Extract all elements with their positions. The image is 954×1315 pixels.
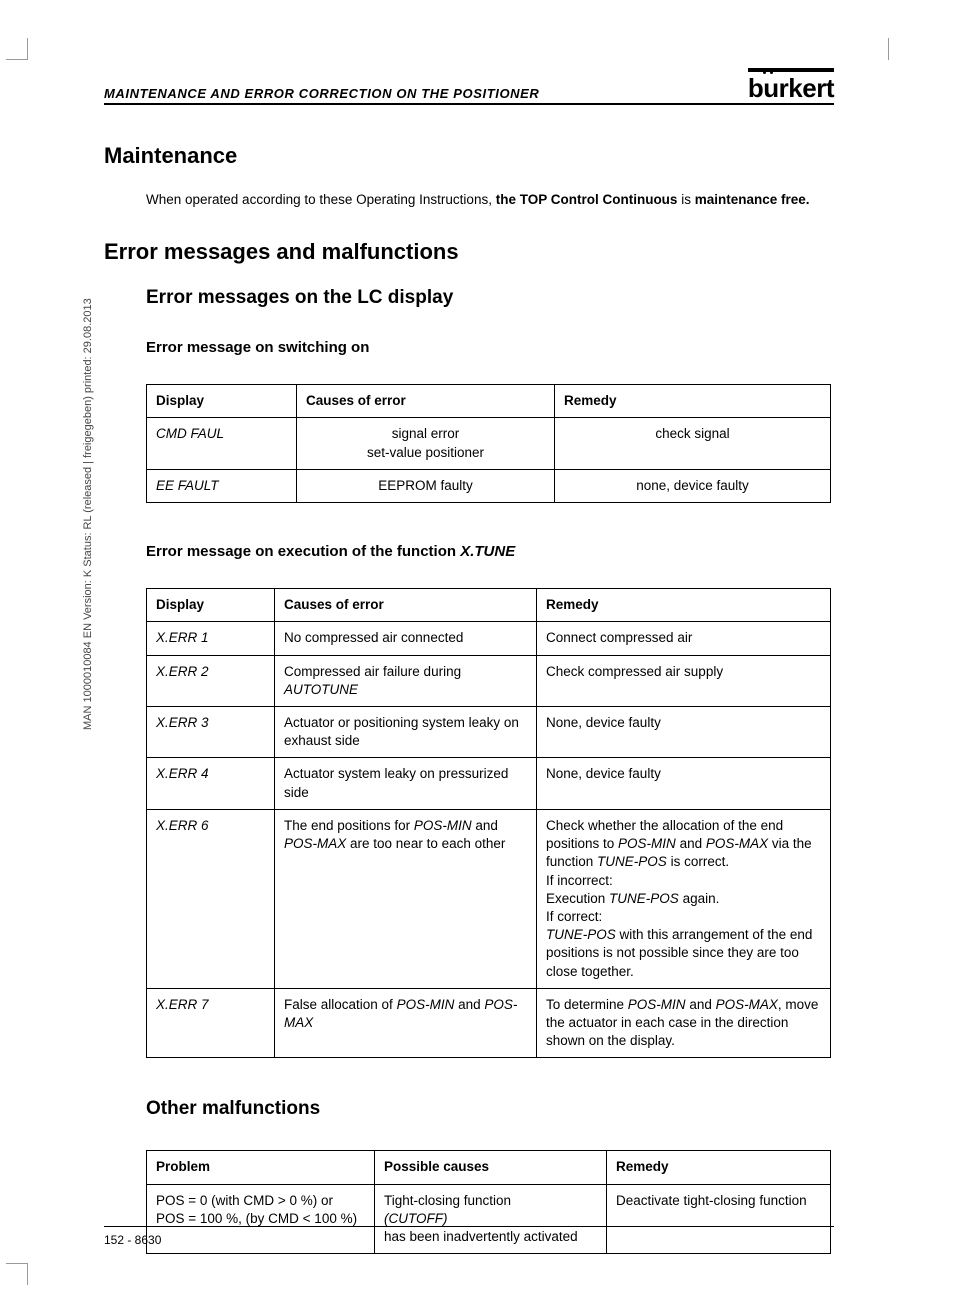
- table-row: X.ERR 3 Actuator or positioning system l…: [147, 706, 831, 757]
- td-display: X.ERR 6: [147, 809, 275, 988]
- heading-maintenance: Maintenance: [104, 143, 834, 169]
- heading-other-malfunctions: Other malfunctions: [146, 1098, 834, 1120]
- td-display: X.ERR 3: [147, 706, 275, 757]
- th-problem: Problem: [147, 1151, 375, 1184]
- td-causes: EEPROM faulty: [297, 469, 555, 502]
- table-xtune: Display Causes of error Remedy X.ERR 1 N…: [146, 588, 831, 1058]
- td-remedy: Connect compressed air: [537, 622, 831, 655]
- table-row: X.ERR 1 No compressed air connected Conn…: [147, 622, 831, 655]
- heading-lc-display: Error messages on the LC display: [146, 287, 834, 309]
- page-header: MAINTENANCE AND ERROR CORRECTION ON THE …: [104, 70, 834, 105]
- th-display: Display: [147, 385, 297, 418]
- table-row: X.ERR 7 False allocation of POS-MIN and …: [147, 988, 831, 1058]
- maintenance-paragraph: When operated according to these Operati…: [146, 191, 834, 209]
- td-display: EE FAULT: [147, 469, 297, 502]
- td-display: X.ERR 4: [147, 758, 275, 809]
- table-row: X.ERR 4 Actuator system leaky on pressur…: [147, 758, 831, 809]
- page-content: MAINTENANCE AND ERROR CORRECTION ON THE …: [104, 70, 834, 1294]
- th-remedy: Remedy: [607, 1151, 831, 1184]
- table-row: Problem Possible causes Remedy: [147, 1151, 831, 1184]
- td-remedy: To determine POS-MIN and POS-MAX, move t…: [537, 988, 831, 1058]
- table-row: CMD FAUL signal error set-value position…: [147, 418, 831, 469]
- crop-mark: [6, 38, 28, 60]
- th-possible-causes: Possible causes: [375, 1151, 607, 1184]
- td-causes: signal error set-value positioner: [297, 418, 555, 469]
- heading-switching-on: Error message on switching on: [146, 339, 834, 356]
- td-remedy: Check compressed air supply: [537, 655, 831, 706]
- td-causes: False allocation of POS-MIN and POS-MAX: [275, 988, 537, 1058]
- td-display: X.ERR 2: [147, 655, 275, 706]
- th-remedy: Remedy: [555, 385, 831, 418]
- td-causes: Actuator system leaky on pressurized sid…: [275, 758, 537, 809]
- td-causes: Compressed air failure during AUTOTUNE: [275, 655, 537, 706]
- td-remedy: None, device faulty: [537, 706, 831, 757]
- td-display: X.ERR 1: [147, 622, 275, 655]
- table-row: X.ERR 6 The end positions for POS-MIN an…: [147, 809, 831, 988]
- running-head: MAINTENANCE AND ERROR CORRECTION ON THE …: [104, 86, 539, 101]
- td-remedy: check signal: [555, 418, 831, 469]
- table-row: Display Causes of error Remedy: [147, 589, 831, 622]
- td-causes: Actuator or positioning system leaky on …: [275, 706, 537, 757]
- crop-mark: [6, 1263, 28, 1285]
- th-display: Display: [147, 589, 275, 622]
- td-remedy: None, device faulty: [537, 758, 831, 809]
- td-causes: No compressed air connected: [275, 622, 537, 655]
- table-row: Display Causes of error Remedy: [147, 385, 831, 418]
- th-causes: Causes of error: [297, 385, 555, 418]
- burkert-logo: burkert: [748, 73, 834, 104]
- side-metadata: MAN 1000010084 EN Version: K Status: RL …: [82, 298, 94, 730]
- td-display: CMD FAUL: [147, 418, 297, 469]
- table-switching-on: Display Causes of error Remedy CMD FAUL …: [146, 384, 831, 503]
- crop-mark: [888, 38, 910, 60]
- heading-xtune: Error message on execution of the functi…: [146, 543, 834, 560]
- th-causes: Causes of error: [275, 589, 537, 622]
- td-display: X.ERR 7: [147, 988, 275, 1058]
- td-remedy: Check whether the allocation of the end …: [537, 809, 831, 988]
- th-remedy: Remedy: [537, 589, 831, 622]
- table-row: X.ERR 2 Compressed air failure during AU…: [147, 655, 831, 706]
- td-remedy: none, device faulty: [555, 469, 831, 502]
- page-footer: 152 - 8630: [104, 1226, 834, 1247]
- table-row: EE FAULT EEPROM faulty none, device faul…: [147, 469, 831, 502]
- heading-errors: Error messages and malfunctions: [104, 239, 834, 265]
- td-causes: The end positions for POS-MIN and POS-MA…: [275, 809, 537, 988]
